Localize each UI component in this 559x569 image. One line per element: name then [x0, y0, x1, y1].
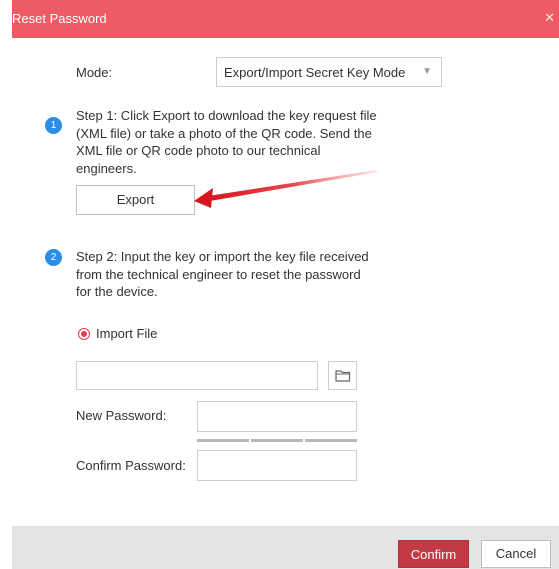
- password-strength-segment: [197, 439, 249, 442]
- export-button[interactable]: Export: [76, 185, 195, 215]
- dialog-title: Reset Password: [12, 11, 107, 26]
- step-2-line: for the device.: [76, 284, 158, 299]
- step-1-line: (XML file) or take a photo of the QR cod…: [76, 125, 372, 141]
- mode-select-value: Export/Import Secret Key Mode: [224, 65, 406, 80]
- import-file-path-input[interactable]: [76, 361, 318, 390]
- password-strength-segment: [251, 439, 303, 442]
- password-strength-segment: [305, 439, 357, 442]
- dialog-title-bar: Reset Password ✕: [12, 0, 559, 38]
- step-2-line: from the technical engineer to reset the…: [76, 266, 361, 282]
- import-file-label[interactable]: Import File: [96, 326, 157, 341]
- new-password-field[interactable]: [197, 401, 357, 432]
- confirm-password-label: Confirm Password:: [76, 458, 186, 473]
- confirm-button[interactable]: Confirm: [398, 540, 469, 568]
- reset-password-dialog: Reset Password ✕ Mode: Export/Import Sec…: [12, 0, 559, 569]
- step-2-line: Step 2: Input the key or import the key …: [76, 249, 369, 264]
- browse-folder-button[interactable]: [328, 361, 357, 390]
- step-2-badge: 2: [45, 249, 62, 266]
- step-1-line: Step 1: Click Export to download the key…: [76, 108, 377, 123]
- confirm-password-field[interactable]: [197, 450, 357, 481]
- step-1-line: engineers.: [76, 160, 137, 176]
- folder-icon: [335, 370, 351, 382]
- step-1-instructions: Step 1: Click Export to download the key…: [76, 107, 396, 177]
- mode-label: Mode:: [76, 65, 113, 80]
- step-2-instructions: Step 2: Input the key or import the key …: [76, 248, 396, 301]
- close-icon[interactable]: ✕: [544, 10, 555, 26]
- chevron-down-icon: ▼: [422, 66, 432, 77]
- radio-selected-dot: [81, 331, 87, 337]
- new-password-label: New Password:: [76, 408, 167, 423]
- cancel-button[interactable]: Cancel: [481, 540, 551, 568]
- mode-select[interactable]: Export/Import Secret Key Mode ▼: [216, 57, 442, 87]
- dialog-footer: [12, 526, 559, 569]
- step-1-badge: 1: [45, 117, 62, 134]
- step-1-line: XML file or QR code photo to our technic…: [76, 143, 321, 158]
- import-file-radio[interactable]: [78, 328, 90, 340]
